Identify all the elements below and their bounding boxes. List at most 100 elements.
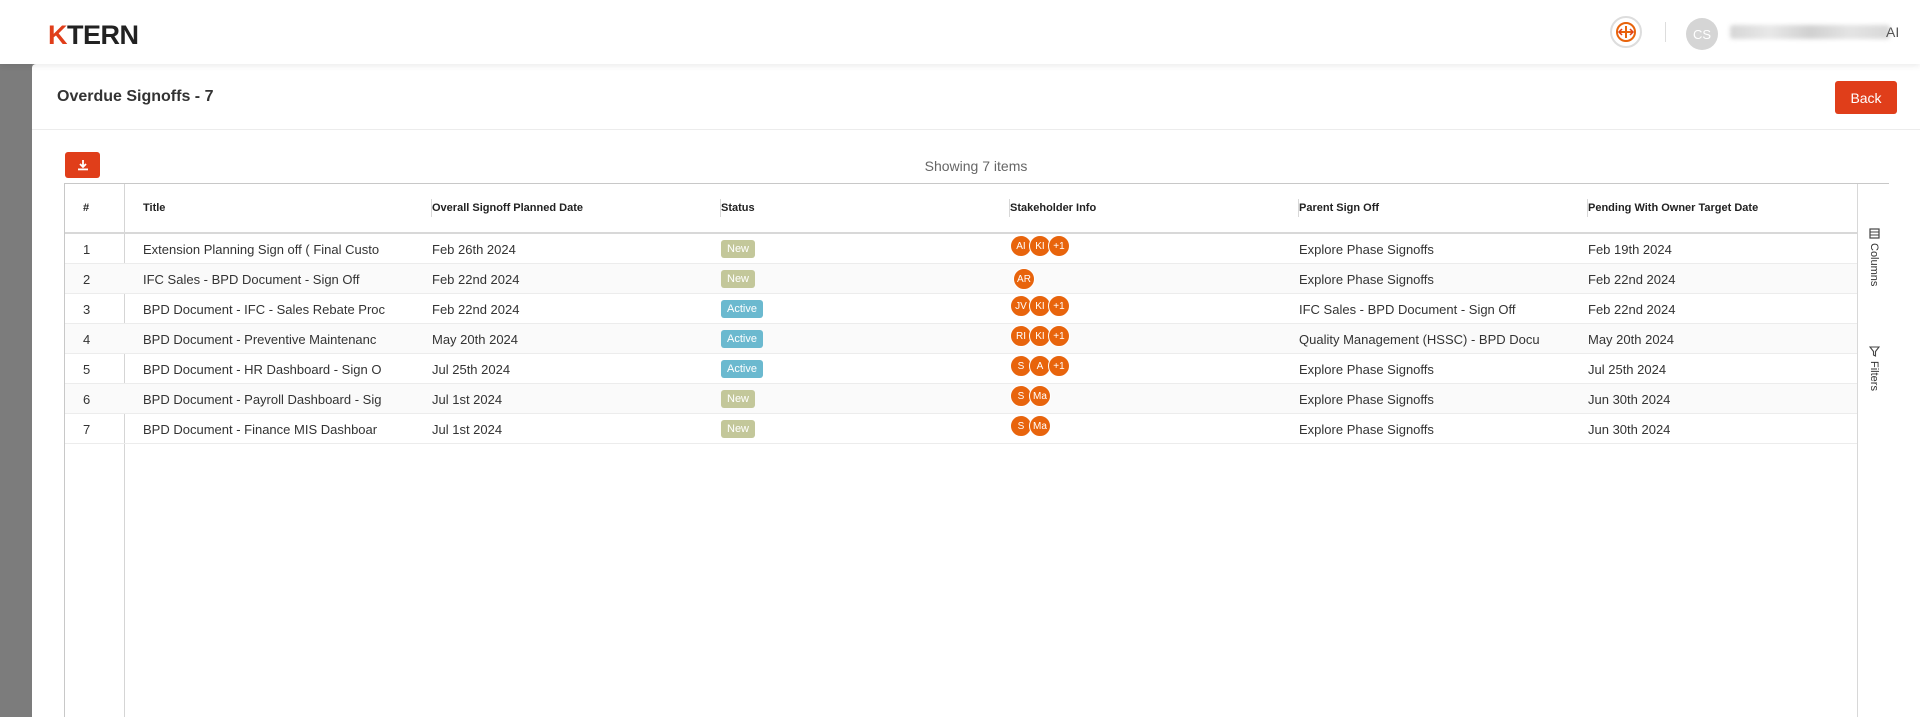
row-planned-date: Feb 26th 2024	[432, 241, 516, 257]
status-badge: New	[721, 240, 756, 258]
row-number: 4	[83, 331, 91, 347]
stakeholder-cell: JV KI +1	[1010, 294, 1210, 324]
top-bar: KTERN CS AI	[0, 0, 1920, 64]
stakeholder-cell: RI KI +1	[1010, 324, 1210, 354]
stakeholder-avatar[interactable]: AR	[1013, 268, 1035, 290]
table-row[interactable]: 6 BPD Document - Payroll Dashboard - Sig J…	[65, 384, 1857, 414]
header-status[interactable]: Status	[721, 184, 1010, 232]
table-row[interactable]: 7 BPD Document - Finance MIS Dashboar Jul …	[65, 414, 1857, 444]
stakeholder-cell: S Ma	[1010, 414, 1210, 444]
panel-header: Overdue Signoffs - 7 Back	[32, 64, 1920, 130]
status-cell: New	[721, 384, 921, 414]
grid-header: # Title Overall Signoff Planned Date Sta…	[65, 184, 1857, 234]
grid-tool-panel: Columns Filters	[1857, 184, 1889, 717]
header-number[interactable]: #	[83, 184, 124, 232]
status-badge: New	[721, 390, 756, 408]
header-stakeholder[interactable]: Stakeholder Info	[1010, 184, 1299, 232]
columns-tool-button[interactable]: Columns	[1858, 228, 1890, 286]
status-badge: Active	[721, 360, 763, 378]
table-row[interactable]: 3 BPD Document - IFC - Sales Rebate Proc F…	[65, 294, 1857, 324]
row-parent-signoff: Explore Phase Signoffs	[1299, 391, 1434, 407]
table-row[interactable]: 2 IFC Sales - BPD Document - Sign Off Feb …	[65, 264, 1857, 294]
row-pending-date: Jul 25th 2024	[1588, 361, 1667, 377]
user-name-suffix: AI	[1886, 24, 1900, 40]
overdue-signoffs-panel: Overdue Signoffs - 7 Back Showing 7 item…	[32, 64, 1920, 717]
status-cell: New	[721, 264, 921, 294]
table-row[interactable]: 5 BPD Document - HR Dashboard - Sign O Jul…	[65, 354, 1857, 384]
stakeholder-cell: S Ma	[1010, 384, 1210, 414]
row-pending-date: Jun 30th 2024	[1588, 421, 1671, 437]
divider	[1665, 22, 1666, 42]
row-planned-date: Feb 22nd 2024	[432, 271, 520, 287]
row-planned-date: Jul 1st 2024	[432, 421, 503, 437]
user-name-redacted	[1730, 25, 1890, 39]
row-number: 5	[83, 361, 91, 377]
stakeholder-cell: S A +1	[1010, 354, 1210, 384]
row-number: 3	[83, 301, 91, 317]
status-cell: New	[721, 414, 921, 444]
row-parent-signoff: Explore Phase Signoffs	[1299, 421, 1434, 437]
status-cell: Active	[721, 354, 921, 384]
row-pending-date: May 20th 2024	[1588, 331, 1675, 347]
row-title: BPD Document - Preventive Maintenanc	[143, 331, 377, 347]
row-number: 2	[83, 271, 91, 287]
row-parent-signoff: Explore Phase Signoffs	[1299, 241, 1434, 257]
row-title: BPD Document - Finance MIS Dashboar	[143, 421, 378, 437]
back-button[interactable]: Back	[1835, 81, 1897, 114]
stakeholder-avatar[interactable]: Ma	[1029, 385, 1051, 407]
row-title: BPD Document - Payroll Dashboard - Sig	[143, 391, 382, 407]
row-pending-date: Feb 22nd 2024	[1588, 271, 1676, 287]
grid-body: # Title Overall Signoff Planned Date Sta…	[65, 184, 1857, 717]
app-switch-icon[interactable]	[1610, 16, 1642, 48]
header-title[interactable]: Title	[143, 184, 432, 232]
stakeholder-avatar[interactable]: Ma	[1029, 415, 1051, 437]
row-parent-signoff: Explore Phase Signoffs	[1299, 361, 1434, 377]
items-count: Showing 7 items	[924, 158, 1028, 174]
background-overlay	[0, 64, 32, 717]
row-number: 1	[83, 241, 91, 257]
filter-icon	[1868, 346, 1880, 357]
table-row[interactable]: 4 BPD Document - Preventive Maintenanc May…	[65, 324, 1857, 354]
signoffs-grid: # Title Overall Signoff Planned Date Sta…	[64, 183, 1889, 717]
row-pending-date: Feb 19th 2024	[1588, 241, 1672, 257]
status-badge: New	[721, 420, 756, 438]
row-pending-date: Jun 30th 2024	[1588, 391, 1671, 407]
table-row[interactable]: 1 Extension Planning Sign off ( Final Cus…	[65, 234, 1857, 264]
row-planned-date: May 20th 2024	[432, 331, 519, 347]
row-title: BPD Document - IFC - Sales Rebate Proc	[143, 301, 386, 317]
header-pending-date[interactable]: Pending With Owner Target Date	[1588, 184, 1857, 232]
row-parent-signoff: IFC Sales - BPD Document - Sign Off	[1299, 301, 1516, 317]
more-stakeholders-badge[interactable]: +1	[1048, 325, 1070, 347]
row-title: IFC Sales - BPD Document - Sign Off	[143, 271, 360, 287]
status-cell: Active	[721, 294, 921, 324]
filters-label: Filters	[1868, 361, 1880, 391]
more-stakeholders-badge[interactable]: +1	[1048, 295, 1070, 317]
columns-icon	[1868, 228, 1880, 239]
row-planned-date: Jul 1st 2024	[432, 391, 503, 407]
row-title: BPD Document - HR Dashboard - Sign O	[143, 361, 382, 377]
status-badge: New	[721, 270, 756, 288]
status-badge: Active	[721, 330, 763, 348]
row-planned-date: Feb 22nd 2024	[432, 301, 520, 317]
stakeholder-cell: AI KI +1	[1010, 234, 1210, 264]
status-cell: Active	[721, 324, 921, 354]
row-pending-date: Feb 22nd 2024	[1588, 301, 1676, 317]
ktern-logo[interactable]: KTERN	[48, 20, 139, 51]
more-stakeholders-badge[interactable]: +1	[1048, 355, 1070, 377]
row-planned-date: Jul 25th 2024	[432, 361, 511, 377]
status-badge: Active	[721, 300, 763, 318]
row-number: 6	[83, 391, 91, 407]
page-title: Overdue Signoffs - 7	[57, 88, 214, 105]
user-avatar[interactable]: CS	[1686, 18, 1718, 50]
columns-label: Columns	[1868, 243, 1880, 287]
more-stakeholders-badge[interactable]: +1	[1048, 235, 1070, 257]
row-title: Extension Planning Sign off ( Final Cust…	[143, 241, 380, 257]
status-cell: New	[721, 234, 921, 264]
row-parent-signoff: Explore Phase Signoffs	[1299, 271, 1434, 287]
row-number: 7	[83, 421, 91, 437]
row-parent-signoff: Quality Management (HSSC) - BPD Docu	[1299, 331, 1540, 347]
filters-tool-button[interactable]: Filters	[1858, 346, 1890, 391]
header-planned-date[interactable]: Overall Signoff Planned Date	[432, 184, 721, 232]
stakeholder-cell: AR	[1010, 264, 1210, 294]
header-parent-signoff[interactable]: Parent Sign Off	[1299, 184, 1588, 232]
